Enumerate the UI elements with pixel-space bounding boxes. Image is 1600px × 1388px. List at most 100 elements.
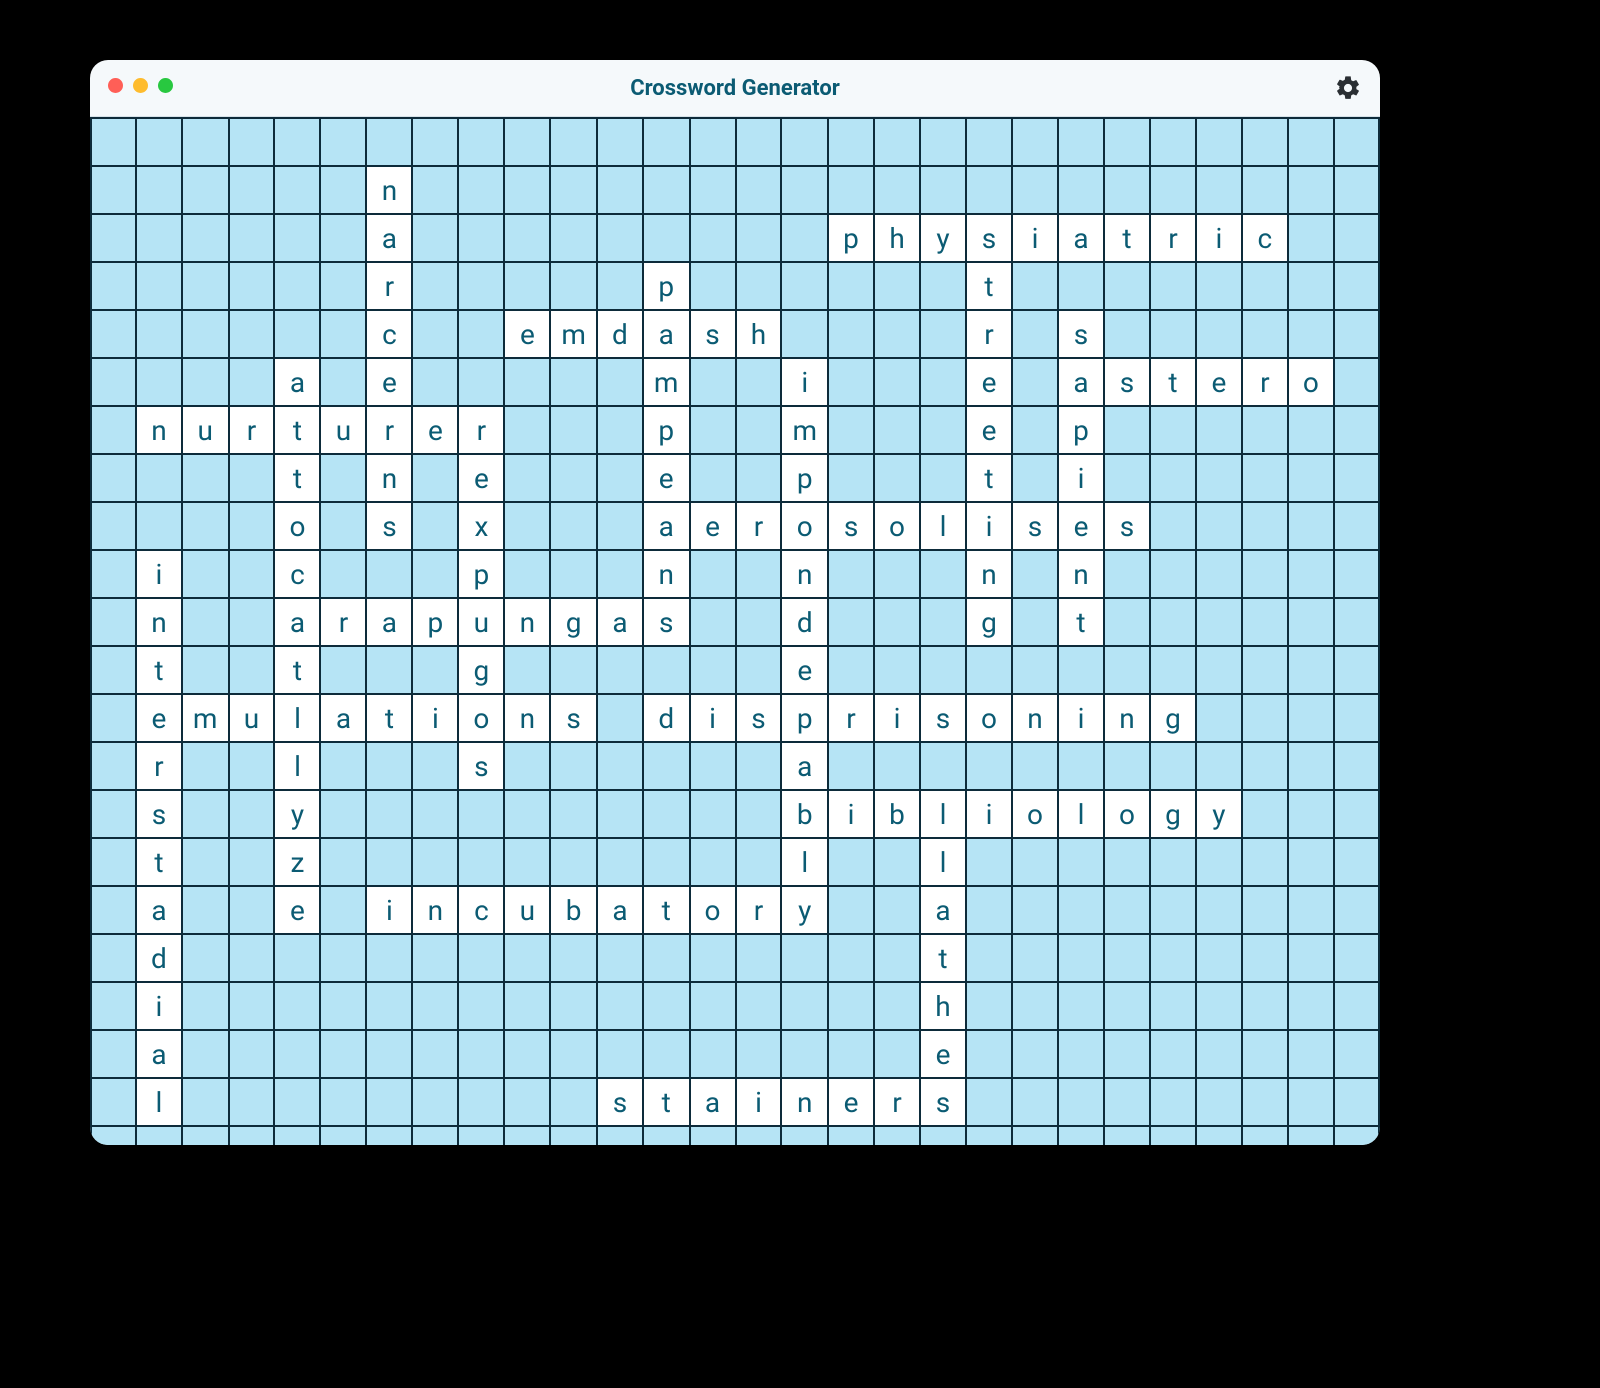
cell-letter[interactable]: s	[1058, 310, 1104, 358]
cell-letter[interactable]: e	[504, 310, 550, 358]
cell-letter[interactable]: a	[274, 358, 320, 406]
cell-letter[interactable]: e	[966, 358, 1012, 406]
cell-letter[interactable]: r	[966, 310, 1012, 358]
cell-letter[interactable]: l	[781, 838, 828, 886]
cell-letter[interactable]: r	[736, 502, 782, 550]
cell-letter[interactable]: e	[781, 646, 828, 694]
cell-letter[interactable]: t	[274, 406, 320, 454]
cell-letter[interactable]: l	[274, 742, 320, 790]
cell-letter[interactable]: o	[1012, 790, 1058, 838]
cell-letter[interactable]: e	[412, 406, 458, 454]
cell-letter[interactable]: r	[1242, 358, 1288, 406]
cell-letter[interactable]: l	[274, 694, 320, 742]
cell-letter[interactable]: o	[1288, 358, 1334, 406]
cell-letter[interactable]: a	[690, 1078, 736, 1126]
cell-letter[interactable]: i	[736, 1078, 782, 1126]
cell-letter[interactable]: e	[1196, 358, 1242, 406]
cell-letter[interactable]: e	[966, 406, 1012, 454]
cell-letter[interactable]: p	[781, 454, 828, 502]
cell-letter[interactable]: g	[550, 598, 597, 646]
cell-letter[interactable]: y	[1196, 790, 1242, 838]
gear-icon[interactable]	[1334, 74, 1362, 102]
cell-letter[interactable]: i	[1058, 694, 1104, 742]
cell-letter[interactable]: s	[1012, 502, 1058, 550]
cell-letter[interactable]: a	[366, 598, 412, 646]
cell-letter[interactable]: r	[366, 406, 412, 454]
cell-letter[interactable]: o	[966, 694, 1012, 742]
cell-letter[interactable]: s	[736, 694, 782, 742]
cell-letter[interactable]: o	[690, 886, 736, 934]
cell-letter[interactable]: e	[136, 694, 182, 742]
cell-letter[interactable]: n	[781, 550, 828, 598]
cell-letter[interactable]: i	[966, 790, 1012, 838]
cell-letter[interactable]: t	[643, 1078, 690, 1126]
cell-letter[interactable]: c	[458, 886, 504, 934]
cell-letter[interactable]: s	[366, 502, 412, 550]
cell-letter[interactable]: t	[136, 838, 182, 886]
cell-letter[interactable]: a	[274, 598, 320, 646]
cell-letter[interactable]: e	[1058, 502, 1104, 550]
close-icon[interactable]	[108, 78, 123, 93]
cell-letter[interactable]: b	[550, 886, 597, 934]
cell-letter[interactable]: l	[136, 1078, 182, 1126]
cell-letter[interactable]: p	[412, 598, 458, 646]
cell-letter[interactable]: i	[781, 358, 828, 406]
cell-letter[interactable]: y	[781, 886, 828, 934]
cell-letter[interactable]: m	[550, 310, 597, 358]
cell-letter[interactable]: p	[1058, 406, 1104, 454]
cell-letter[interactable]: d	[643, 694, 690, 742]
cell-letter[interactable]: t	[366, 694, 412, 742]
cell-letter[interactable]: s	[550, 694, 597, 742]
cell-letter[interactable]: r	[828, 694, 874, 742]
cell-letter[interactable]: u	[182, 406, 229, 454]
cell-letter[interactable]: l	[920, 502, 966, 550]
cell-letter[interactable]: i	[366, 886, 412, 934]
cell-letter[interactable]: o	[274, 502, 320, 550]
cell-letter[interactable]: p	[781, 694, 828, 742]
zoom-icon[interactable]	[158, 78, 173, 93]
cell-letter[interactable]: a	[1058, 358, 1104, 406]
cell-letter[interactable]: h	[736, 310, 782, 358]
cell-letter[interactable]: r	[874, 1078, 920, 1126]
cell-letter[interactable]: c	[274, 550, 320, 598]
cell-letter[interactable]: s	[1104, 502, 1150, 550]
cell-letter[interactable]: d	[136, 934, 182, 982]
cell-letter[interactable]: z	[274, 838, 320, 886]
cell-letter[interactable]: y	[274, 790, 320, 838]
cell-letter[interactable]: i	[1012, 214, 1058, 262]
cell-letter[interactable]: p	[458, 550, 504, 598]
cell-letter[interactable]: g	[1150, 790, 1196, 838]
cell-letter[interactable]: g	[966, 598, 1012, 646]
cell-letter[interactable]: s	[458, 742, 504, 790]
cell-letter[interactable]: o	[781, 502, 828, 550]
cell-letter[interactable]: s	[920, 694, 966, 742]
cell-letter[interactable]: b	[781, 790, 828, 838]
cell-letter[interactable]: b	[874, 790, 920, 838]
cell-letter[interactable]: a	[643, 502, 690, 550]
cell-letter[interactable]: r	[736, 886, 782, 934]
cell-letter[interactable]: n	[643, 550, 690, 598]
cell-letter[interactable]: m	[781, 406, 828, 454]
cell-letter[interactable]: n	[966, 550, 1012, 598]
cell-letter[interactable]: a	[1058, 214, 1104, 262]
cell-letter[interactable]: p	[643, 406, 690, 454]
cell-letter[interactable]: a	[597, 598, 643, 646]
cell-letter[interactable]: y	[920, 214, 966, 262]
cell-letter[interactable]: n	[1104, 694, 1150, 742]
cell-letter[interactable]: x	[458, 502, 504, 550]
cell-letter[interactable]: t	[274, 454, 320, 502]
cell-letter[interactable]: t	[643, 886, 690, 934]
cell-letter[interactable]: g	[1150, 694, 1196, 742]
cell-letter[interactable]: a	[781, 742, 828, 790]
cell-letter[interactable]: i	[1196, 214, 1242, 262]
cell-letter[interactable]: u	[504, 886, 550, 934]
cell-letter[interactable]: m	[643, 358, 690, 406]
cell-letter[interactable]: n	[781, 1078, 828, 1126]
cell-letter[interactable]: n	[366, 454, 412, 502]
cell-letter[interactable]: t	[1150, 358, 1196, 406]
cell-letter[interactable]: e	[643, 454, 690, 502]
cell-letter[interactable]: d	[597, 310, 643, 358]
cell-letter[interactable]: t	[274, 646, 320, 694]
cell-letter[interactable]: a	[366, 214, 412, 262]
cell-letter[interactable]: r	[1150, 214, 1196, 262]
